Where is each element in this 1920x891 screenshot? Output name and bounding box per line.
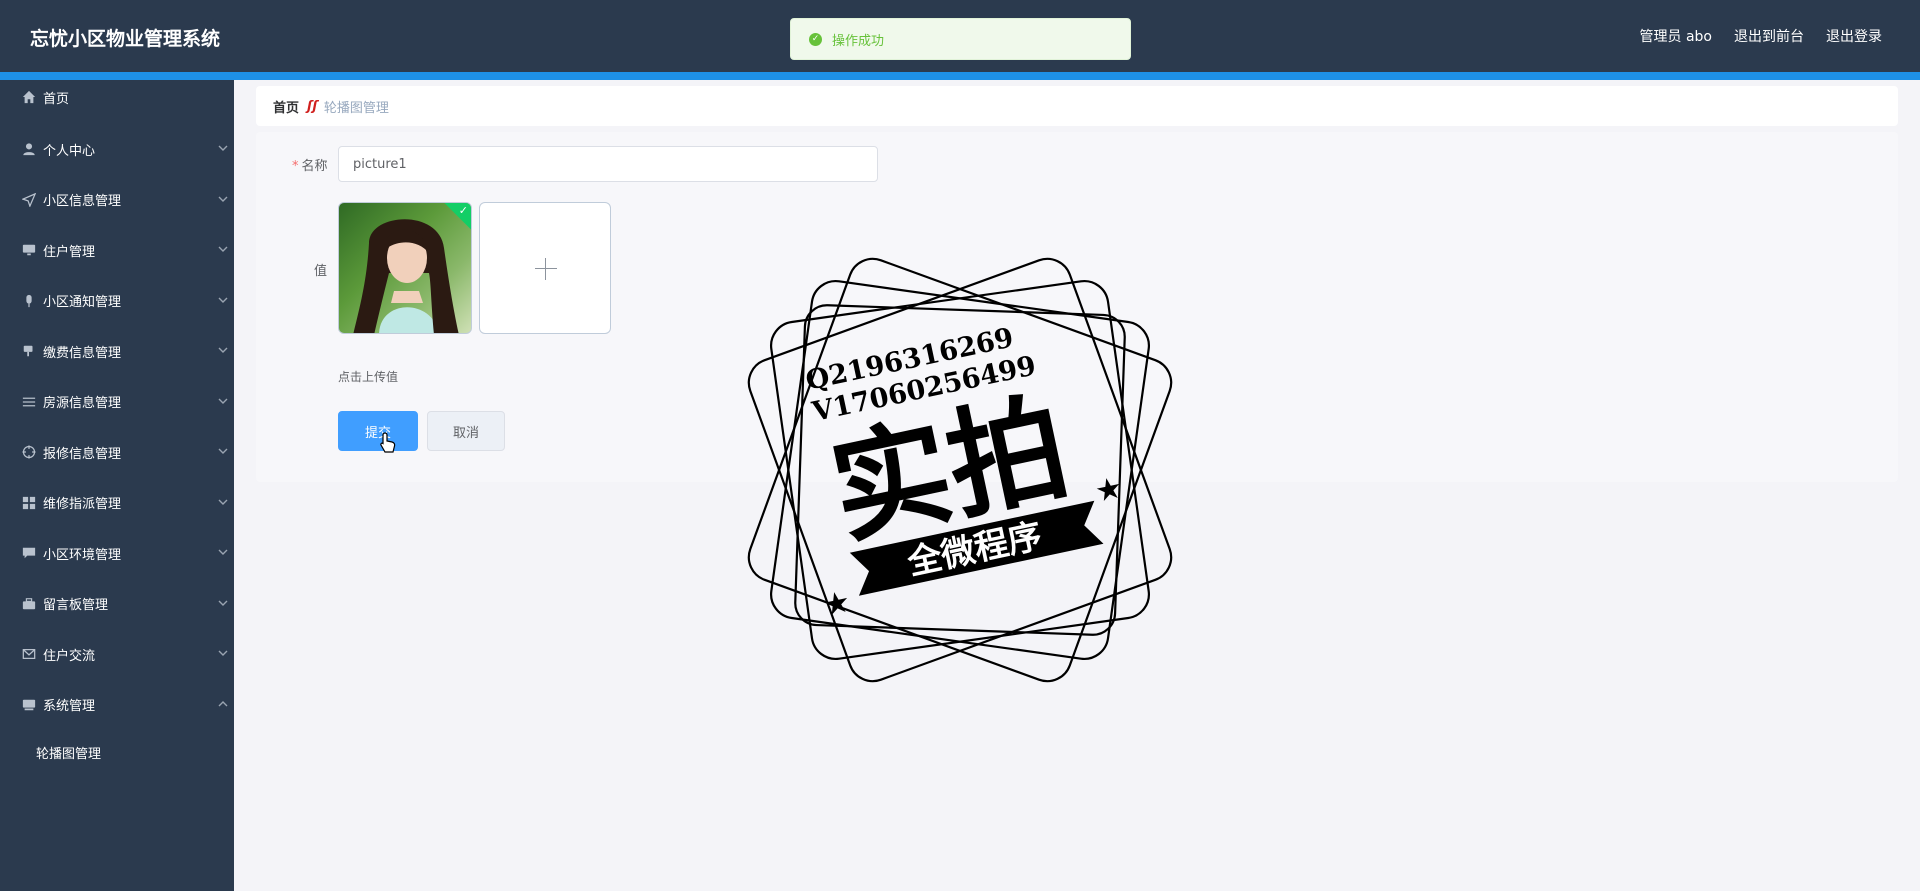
grid-icon bbox=[22, 496, 36, 510]
chevron-down-icon bbox=[218, 344, 228, 354]
sidebar-item-notices[interactable]: 小区通知管理 bbox=[0, 276, 234, 327]
exit-to-front-link[interactable]: 退出到前台 bbox=[1734, 26, 1804, 46]
sidebar-item-label: 住户交流 bbox=[43, 648, 96, 664]
sidebar-item-label: 报修信息管理 bbox=[43, 446, 122, 462]
sidebar-item-resident-exchange[interactable]: 住户交流 bbox=[0, 629, 234, 680]
portrait-photo bbox=[353, 219, 459, 333]
sidebar-item-housing[interactable]: 房源信息管理 bbox=[0, 377, 234, 428]
user-icon bbox=[22, 142, 36, 156]
sidebar-item-label: 小区信息管理 bbox=[43, 194, 122, 210]
target-icon bbox=[22, 445, 36, 459]
name-input[interactable]: picture1 bbox=[338, 146, 878, 182]
sidebar-item-community-info[interactable]: 小区信息管理 bbox=[0, 175, 234, 226]
chevron-down-icon bbox=[218, 294, 228, 304]
sidebar-item-label: 房源信息管理 bbox=[43, 396, 122, 412]
required-mark: * bbox=[292, 159, 299, 174]
chevron-down-icon bbox=[218, 445, 228, 455]
sidebar-item-label: 小区环境管理 bbox=[43, 547, 122, 563]
monitor-icon bbox=[22, 243, 36, 257]
sidebar-item-residents[interactable]: 住户管理 bbox=[0, 225, 234, 276]
chat-icon bbox=[22, 546, 36, 560]
admin-label: 管理员 abo bbox=[1639, 29, 1712, 45]
sidebar-item-payments[interactable]: 缴费信息管理 bbox=[0, 326, 234, 377]
upload-hint: 点击上传值 bbox=[338, 370, 399, 384]
app-title: 忘忧小区物业管理系统 bbox=[30, 28, 221, 50]
chevron-down-icon bbox=[218, 193, 228, 203]
briefcase-icon bbox=[22, 597, 36, 611]
sidebar-item-label: 维修指派管理 bbox=[43, 497, 122, 513]
sidebar-subitem-label: 轮播图管理 bbox=[36, 746, 102, 762]
navigation-icon bbox=[22, 192, 36, 207]
breadcrumb-home[interactable]: 首页 bbox=[273, 97, 299, 116]
chevron-down-icon bbox=[218, 395, 228, 405]
breadcrumb-separator-icon: ʃʃ bbox=[307, 98, 318, 114]
upload-add-button[interactable] bbox=[479, 202, 611, 334]
uploaded-image-thumbnail[interactable]: ✓ bbox=[338, 202, 472, 334]
chevron-down-icon bbox=[218, 546, 228, 556]
sidebar-item-repairs[interactable]: 报修信息管理 bbox=[0, 427, 234, 478]
chevron-down-icon bbox=[218, 243, 228, 253]
sidebar-item-message-board[interactable]: 留言板管理 bbox=[0, 579, 234, 630]
sidebar-item-label: 住户管理 bbox=[43, 244, 96, 260]
check-icon: ✓ bbox=[458, 204, 468, 217]
logout-link[interactable]: 退出登录 bbox=[1826, 26, 1882, 46]
chevron-up-icon bbox=[218, 698, 228, 708]
sidebar-item-label: 系统管理 bbox=[43, 699, 96, 715]
sidebar-item-environment[interactable]: 小区环境管理 bbox=[0, 528, 234, 579]
hand-cursor-icon bbox=[380, 432, 396, 453]
cancel-button[interactable]: 取消 bbox=[427, 411, 505, 451]
sidebar-item-label: 小区通知管理 bbox=[43, 295, 122, 311]
sidebar-item-repair-dispatch[interactable]: 维修指派管理 bbox=[0, 478, 234, 529]
sidebar-item-label: 个人中心 bbox=[43, 143, 96, 159]
header-accent-bar bbox=[0, 72, 1920, 80]
sidebar-item-label: 缴费信息管理 bbox=[43, 345, 122, 361]
name-label: * 名称 bbox=[292, 155, 328, 174]
sidebar-item-home[interactable]: 首页 bbox=[0, 80, 234, 114]
message-icon bbox=[22, 647, 36, 661]
chevron-down-icon bbox=[218, 496, 228, 506]
value-label: 值 bbox=[314, 264, 328, 279]
chevron-down-icon bbox=[218, 597, 228, 607]
coffee-cup-icon bbox=[22, 344, 36, 358]
toast-message: 操作成功 bbox=[832, 33, 885, 49]
chevron-down-icon bbox=[218, 647, 228, 657]
list-icon bbox=[22, 395, 36, 409]
star-icon: ★ bbox=[820, 584, 854, 624]
chevron-down-icon bbox=[218, 142, 228, 152]
breadcrumb: 首页 ʃʃ 轮播图管理 bbox=[256, 86, 1898, 126]
sidebar-item-system[interactable]: 系统管理 bbox=[0, 680, 234, 731]
name-label-text: 名称 bbox=[301, 159, 328, 174]
success-check-icon: ✓ bbox=[809, 32, 822, 46]
header-actions: 管理员 abo 退出到前台 退出登录 bbox=[1640, 26, 1882, 46]
breadcrumb-current: 轮播图管理 bbox=[323, 100, 389, 116]
submit-button[interactable]: 提交 bbox=[338, 411, 418, 451]
sidebar: 首页 个人中心 小区信息管理 住户管理 小区通知管理 缴费信息管理 房源信息管理… bbox=[0, 80, 234, 891]
monitor-icon bbox=[22, 698, 36, 712]
watermark-stamp: Q2196316269 V17060256499 实拍 全微程序 ★ ★ bbox=[747, 257, 1173, 683]
sidebar-item-label: 留言板管理 bbox=[43, 598, 109, 614]
home-icon bbox=[22, 90, 36, 104]
sidebar-item-label: 首页 bbox=[43, 91, 70, 107]
name-input-value: picture1 bbox=[353, 156, 407, 172]
microphone-icon bbox=[22, 294, 36, 308]
success-toast: ✓ 操作成功 bbox=[790, 18, 1131, 60]
sidebar-item-personal-center[interactable]: 个人中心 bbox=[0, 124, 234, 175]
sidebar-subitem-carousel[interactable]: 轮播图管理 bbox=[0, 730, 234, 774]
